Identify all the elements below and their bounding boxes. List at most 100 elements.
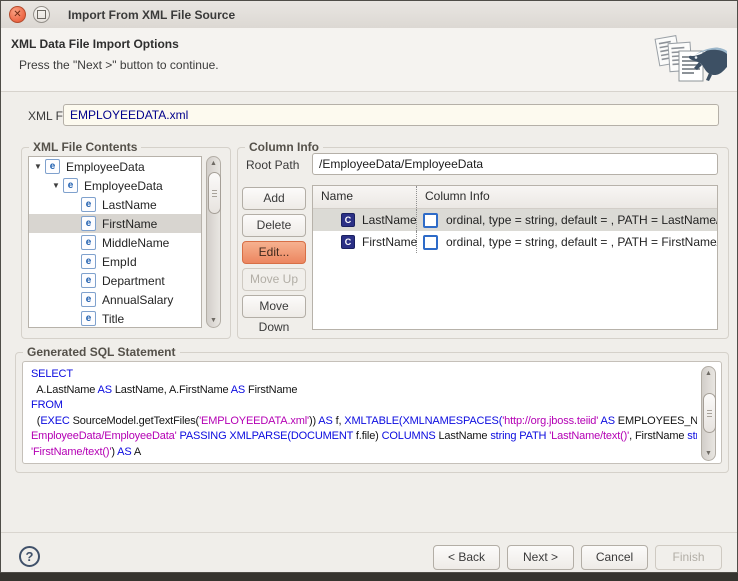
help-icon: ? xyxy=(26,549,34,564)
sql-token: f.file) xyxy=(353,430,382,442)
sql-token: COLUMNS xyxy=(382,430,436,442)
xml-contents-tree[interactable]: ▼eEmployeeData▼eEmployeeDataeLastNameeFi… xyxy=(28,156,202,328)
moveup-button: Move Up xyxy=(242,268,306,291)
close-button[interactable]: ✕ xyxy=(9,6,26,23)
scroll-up-icon[interactable]: ▲ xyxy=(702,370,715,377)
add-button[interactable]: Add xyxy=(242,187,306,210)
sql-token: LastName, A.FirstName xyxy=(112,384,231,396)
sql-token: A.LastName xyxy=(31,384,98,396)
tree-item-middlename[interactable]: e MiddleName xyxy=(29,233,201,252)
scroll-up-icon[interactable]: ▲ xyxy=(207,160,220,167)
sql-line: FROM xyxy=(31,398,697,414)
xml-element-icon: e xyxy=(81,197,96,212)
titlebar[interactable]: ✕ Import From XML File Source xyxy=(1,1,737,28)
tree-item-label: MiddleName xyxy=(102,236,169,250)
back-button[interactable]: < Back xyxy=(433,545,500,570)
sql-token: LastName xyxy=(436,430,491,442)
xml-element-icon: e xyxy=(81,292,96,307)
tree-item-firstname[interactable]: eFirstName xyxy=(29,214,201,233)
table-row-lastname[interactable]: CLastNameordinal, type = string, default… xyxy=(313,209,717,231)
info-cell: ordinal, type = string, default = , PATH… xyxy=(417,231,718,253)
maximize-icon xyxy=(37,10,46,19)
tree-item-employeedata[interactable]: ▼eEmployeeData xyxy=(29,157,201,176)
columns-table[interactable]: Name Column Info CLastName ordinal, type … xyxy=(312,185,718,330)
edit-button[interactable]: Edit... xyxy=(242,241,306,264)
tree-item-label: AnnualSalary xyxy=(102,293,173,307)
xml-element-icon: e xyxy=(63,178,78,193)
maximize-button[interactable] xyxy=(33,6,50,23)
generated-sql-title: Generated SQL Statement xyxy=(23,345,180,359)
sql-line: SELECT xyxy=(31,367,697,383)
xml-file-input[interactable] xyxy=(63,104,719,126)
generated-sql-group: Generated SQL Statement SELECT A.LastNam… xyxy=(15,352,729,473)
name-cell: CFirstName xyxy=(313,231,417,253)
columns-table-body: CLastName ordinal, type = string, default… xyxy=(313,209,717,253)
sql-token: AS xyxy=(318,415,332,427)
sql-token: AS xyxy=(601,415,615,427)
sql-statement-panel[interactable]: SELECT A.LastName AS LastName, A.FirstNa… xyxy=(22,361,722,464)
help-button[interactable]: ? xyxy=(19,546,40,567)
sql-token: AS xyxy=(231,384,245,396)
xml-element-icon: e xyxy=(81,254,96,269)
tree-scrollbar[interactable]: ▲ ▼ xyxy=(206,156,221,328)
scrollbar-grip xyxy=(212,193,217,194)
delete-button[interactable]: Delete xyxy=(242,214,306,237)
tree-item-department[interactable]: eDepartment xyxy=(29,271,201,290)
sql-statement-text: SELECT A.LastName AS LastName, A.FirstNa… xyxy=(31,367,697,460)
sql-line: (EXEC SourceModel.getTextFiles('EMPLOYEE… xyxy=(31,414,697,430)
expander-icon[interactable]: ▼ xyxy=(49,181,63,190)
column-info-column-header[interactable]: Column Info xyxy=(417,186,717,208)
sql-token: )) xyxy=(309,415,318,427)
root-path-input[interactable] xyxy=(312,153,718,175)
column-info-title: Column Info xyxy=(245,140,323,154)
sql-token: 'EMPLOYEEDATA.xml' xyxy=(199,415,309,427)
xml-element-icon: e xyxy=(81,311,96,326)
wizard-navigation-buttons: < Back Next > Cancel Finish xyxy=(433,545,722,570)
sql-token: A xyxy=(132,446,142,458)
sql-line: A.LastName AS LastName, A.FirstName AS F… xyxy=(31,383,697,399)
table-row-firstname[interactable]: CFirstName ordinal, type = string, defaul… xyxy=(313,231,717,253)
root-path-label: Root Path xyxy=(246,158,299,172)
tree-item-label: Department xyxy=(102,274,165,288)
sql-scrollbar[interactable]: ▲ ▼ xyxy=(701,366,716,461)
tree-item-label: Title xyxy=(102,312,124,326)
scroll-down-icon[interactable]: ▼ xyxy=(702,450,715,457)
scrollbar-grip xyxy=(707,413,712,414)
footer-separator xyxy=(1,532,737,533)
tree-item-annualsalary[interactable]: e AnnualSalary xyxy=(29,290,201,309)
sql-token: XMLTABLE(XMLNAMESPACES( xyxy=(344,415,502,427)
tree-item-title[interactable]: e Title xyxy=(29,309,201,328)
movedown-button[interactable]: Move Down xyxy=(242,295,306,318)
xml-element-icon: e xyxy=(81,235,96,250)
expander-icon[interactable]: ▼ xyxy=(31,162,45,171)
column-icon: C xyxy=(341,213,355,227)
sql-line: 'FirstName/text()') AS A xyxy=(31,445,697,461)
sql-scrollbar-thumb[interactable] xyxy=(703,393,716,433)
scroll-down-icon[interactable]: ▼ xyxy=(207,317,220,324)
xml-file-contents-group: XML File Contents ▼eEmployeeData▼eEmploy… xyxy=(21,147,231,339)
tree-item-label: EmployeeData xyxy=(84,179,163,193)
sql-token: PASSING xyxy=(179,430,226,442)
sql-token: EMPLOYEES_NS) , xyxy=(615,415,697,427)
dialog-window: ✕ Import From XML File Source XML Data F… xyxy=(0,0,738,573)
tree-item-empid[interactable]: eEmpId xyxy=(29,252,201,271)
next-button[interactable]: Next > xyxy=(507,545,574,570)
column-info-text: ordinal, type = string, default = , PATH… xyxy=(446,235,718,249)
name-cell: CLastName xyxy=(313,209,417,231)
sql-token: EmployeeData/EmployeeData' xyxy=(31,430,177,442)
tree-scrollbar-thumb[interactable] xyxy=(208,172,221,214)
ordinal-checkbox[interactable] xyxy=(423,213,438,228)
sql-token: 'FirstName/text()' xyxy=(31,446,111,458)
name-column-header[interactable]: Name xyxy=(313,186,417,208)
sql-token: SELECT xyxy=(31,368,73,380)
xml-element-icon: e xyxy=(45,159,60,174)
desktop-strip xyxy=(0,573,738,581)
banner-message: Press the "Next >" button to continue. xyxy=(19,58,219,72)
ordinal-checkbox[interactable] xyxy=(423,235,438,250)
column-icon: C xyxy=(341,235,355,249)
tree-item-lastname[interactable]: eLastName xyxy=(29,195,201,214)
cancel-button[interactable]: Cancel xyxy=(581,545,648,570)
finish-button: Finish xyxy=(655,545,722,570)
tree-item-employeedata[interactable]: ▼e EmployeeData xyxy=(29,176,201,195)
sql-token: XMLPARSE(DOCUMENT xyxy=(229,430,353,442)
